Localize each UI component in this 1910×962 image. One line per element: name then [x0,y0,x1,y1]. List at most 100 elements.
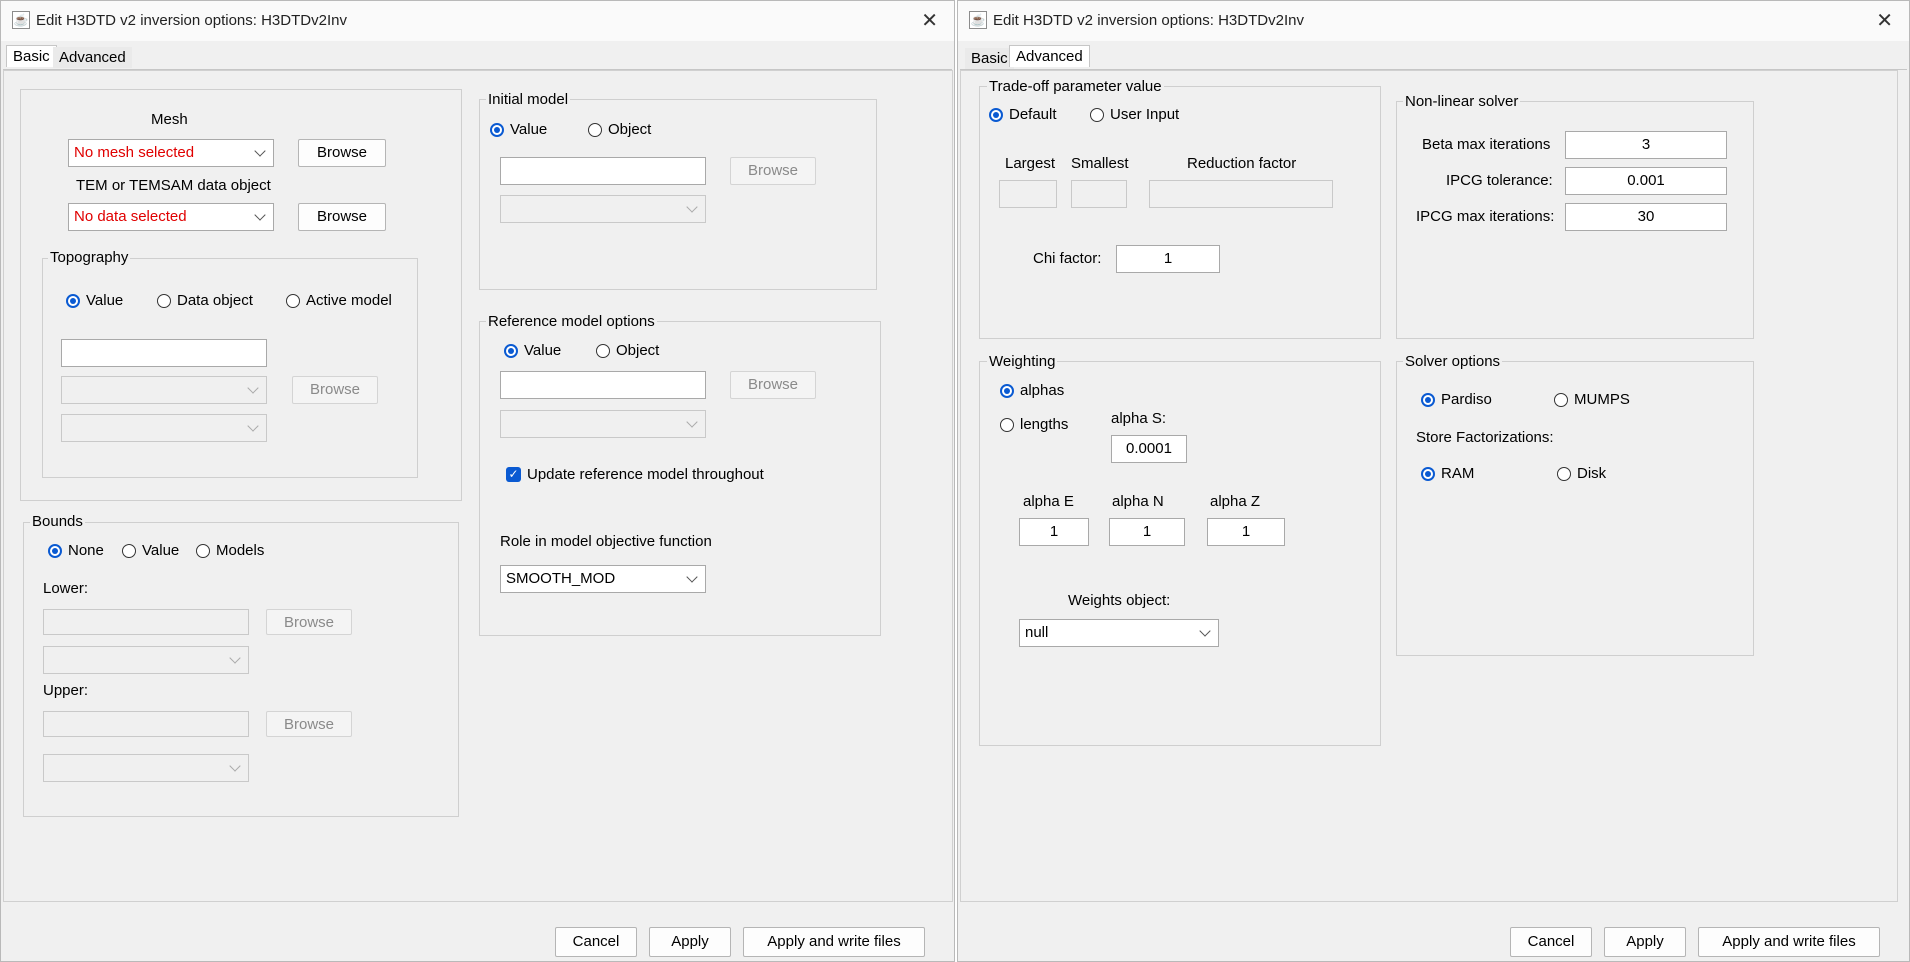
radio-label: Default [1009,106,1057,123]
radio-label: Object [616,342,660,359]
topography-group-label: Topography [48,249,131,266]
radio-label: Models [216,542,265,559]
tradeoff-default-radio[interactable]: Default [989,106,1057,123]
chi-factor-input[interactable]: 1 [1116,245,1220,273]
radio-label: Pardiso [1441,391,1492,408]
radio-label: alphas [1020,382,1065,399]
alpha-e-input[interactable]: 1 [1019,518,1089,546]
tab-basic[interactable]: Basic [965,48,1014,69]
bounds-value-radio[interactable]: Value [122,542,179,559]
weighting-group-label: Weighting [987,353,1058,370]
reference-model-object-radio[interactable]: Object [596,342,659,359]
largest-input[interactable] [999,180,1057,208]
ipcg-tolerance-input[interactable]: 0.001 [1565,167,1727,195]
upper-bound-dropdown[interactable] [43,754,249,782]
mesh-dropdown-value: No mesh selected [74,144,195,161]
alpha-n-input[interactable]: 1 [1109,518,1185,546]
apply-and-write-files-button[interactable]: Apply and write files [743,927,925,957]
topography-value-input[interactable] [61,339,267,367]
reference-model-browse-button[interactable]: Browse [730,371,816,399]
right-title-bar[interactable]: ☕ Edit H3DTD v2 inversion options: H3DTD… [958,1,1909,41]
mesh-dropdown[interactable]: No mesh selected [68,139,274,167]
alpha-z-input[interactable]: 1 [1207,518,1285,546]
weighting-lengths-radio[interactable]: lengths [1000,416,1068,433]
reference-model-value-input[interactable] [500,371,706,399]
tab-basic[interactable]: Basic [6,45,57,67]
initial-model-value-radio[interactable]: Value [490,121,547,138]
reference-model-dropdown[interactable] [500,410,706,438]
update-reference-model-checkbox[interactable]: ✓ Update reference model throughout [506,466,764,483]
weights-object-dropdown[interactable]: null [1019,619,1219,647]
chi-factor-label: Chi factor: [1033,250,1102,267]
alpha-n-label: alpha N [1112,493,1164,510]
java-app-icon: ☕ [969,11,987,29]
radio-unselected-icon [1554,392,1568,407]
radio-label: Value [510,121,548,138]
upper-bound-browse-button[interactable]: Browse [266,711,352,737]
solver-pardiso-radio[interactable]: Pardiso [1421,391,1492,408]
radio-unselected-icon [122,543,136,558]
store-disk-radio[interactable]: Disk [1557,465,1606,482]
lower-bound-dropdown[interactable] [43,646,249,674]
tab-advanced[interactable]: Advanced [53,47,132,68]
tab-advanced[interactable]: Advanced [1009,45,1090,67]
radio-selected-icon [1421,466,1435,481]
data-object-browse-button[interactable]: Browse [298,203,386,231]
role-dropdown[interactable]: SMOOTH_MOD [500,565,706,593]
topography-active-model-radio[interactable]: Active model [286,292,392,309]
bounds-models-radio[interactable]: Models [196,542,264,559]
topography-browse-button[interactable]: Browse [292,376,378,404]
radio-unselected-icon [1557,466,1571,481]
close-icon[interactable]: ✕ [921,8,938,33]
cancel-button[interactable]: Cancel [1510,927,1592,957]
close-icon[interactable]: ✕ [1876,8,1893,33]
alpha-s-input[interactable]: 0.0001 [1111,435,1187,463]
radio-label: Active model [306,292,392,309]
radio-label: lengths [1020,416,1069,433]
store-factorizations-label: Store Factorizations: [1416,429,1554,446]
radio-label: Disk [1577,465,1607,482]
solver-mumps-radio[interactable]: MUMPS [1554,391,1630,408]
beta-max-iterations-input[interactable]: 3 [1565,131,1727,159]
topography-data-object-radio[interactable]: Data object [157,292,253,309]
radio-label: Value [86,292,124,309]
bounds-group-label: Bounds [30,513,85,530]
smallest-input[interactable] [1071,180,1127,208]
apply-button[interactable]: Apply [649,927,731,957]
ipcg-max-iterations-input[interactable]: 30 [1565,203,1727,231]
topography-value-radio[interactable]: Value [66,292,123,309]
radio-selected-icon [490,122,504,137]
chevron-down-icon [686,201,698,213]
tradeoff-user-input-radio[interactable]: User Input [1090,106,1179,123]
radio-unselected-icon [157,293,171,308]
initial-model-browse-button[interactable]: Browse [730,157,816,185]
left-title-bar[interactable]: ☕ Edit H3DTD v2 inversion options: H3DTD… [1,1,954,41]
topography-object-dropdown[interactable] [61,376,267,404]
cancel-button[interactable]: Cancel [555,927,637,957]
initial-model-dropdown[interactable] [500,195,706,223]
bounds-none-radio[interactable]: None [48,542,104,559]
data-object-dropdown[interactable]: No data selected [68,203,274,231]
reduction-factor-input[interactable] [1149,180,1333,208]
weighting-alphas-radio[interactable]: alphas [1000,382,1064,399]
initial-model-object-radio[interactable]: Object [588,121,651,138]
lower-bound-browse-button[interactable]: Browse [266,609,352,635]
chevron-down-icon [686,416,698,428]
radio-selected-icon [1000,383,1014,398]
left-window-title: Edit H3DTD v2 inversion options: H3DTDv2… [36,12,347,29]
nonlinear-solver-group-label: Non-linear solver [1403,93,1521,110]
mesh-browse-button[interactable]: Browse [298,139,386,167]
initial-model-value-input[interactable] [500,157,706,185]
apply-button[interactable]: Apply [1604,927,1686,957]
lower-bound-input[interactable] [43,609,249,635]
radio-label: Value [142,542,180,559]
reference-model-group-label: Reference model options [486,313,657,330]
upper-bound-input[interactable] [43,711,249,737]
chevron-down-icon [1199,625,1211,637]
radio-label: MUMPS [1574,391,1630,408]
reference-model-value-radio[interactable]: Value [504,342,561,359]
store-ram-radio[interactable]: RAM [1421,465,1474,482]
topography-property-dropdown[interactable] [61,414,267,442]
apply-and-write-files-button[interactable]: Apply and write files [1698,927,1880,957]
beta-max-iterations-label: Beta max iterations [1422,136,1551,153]
